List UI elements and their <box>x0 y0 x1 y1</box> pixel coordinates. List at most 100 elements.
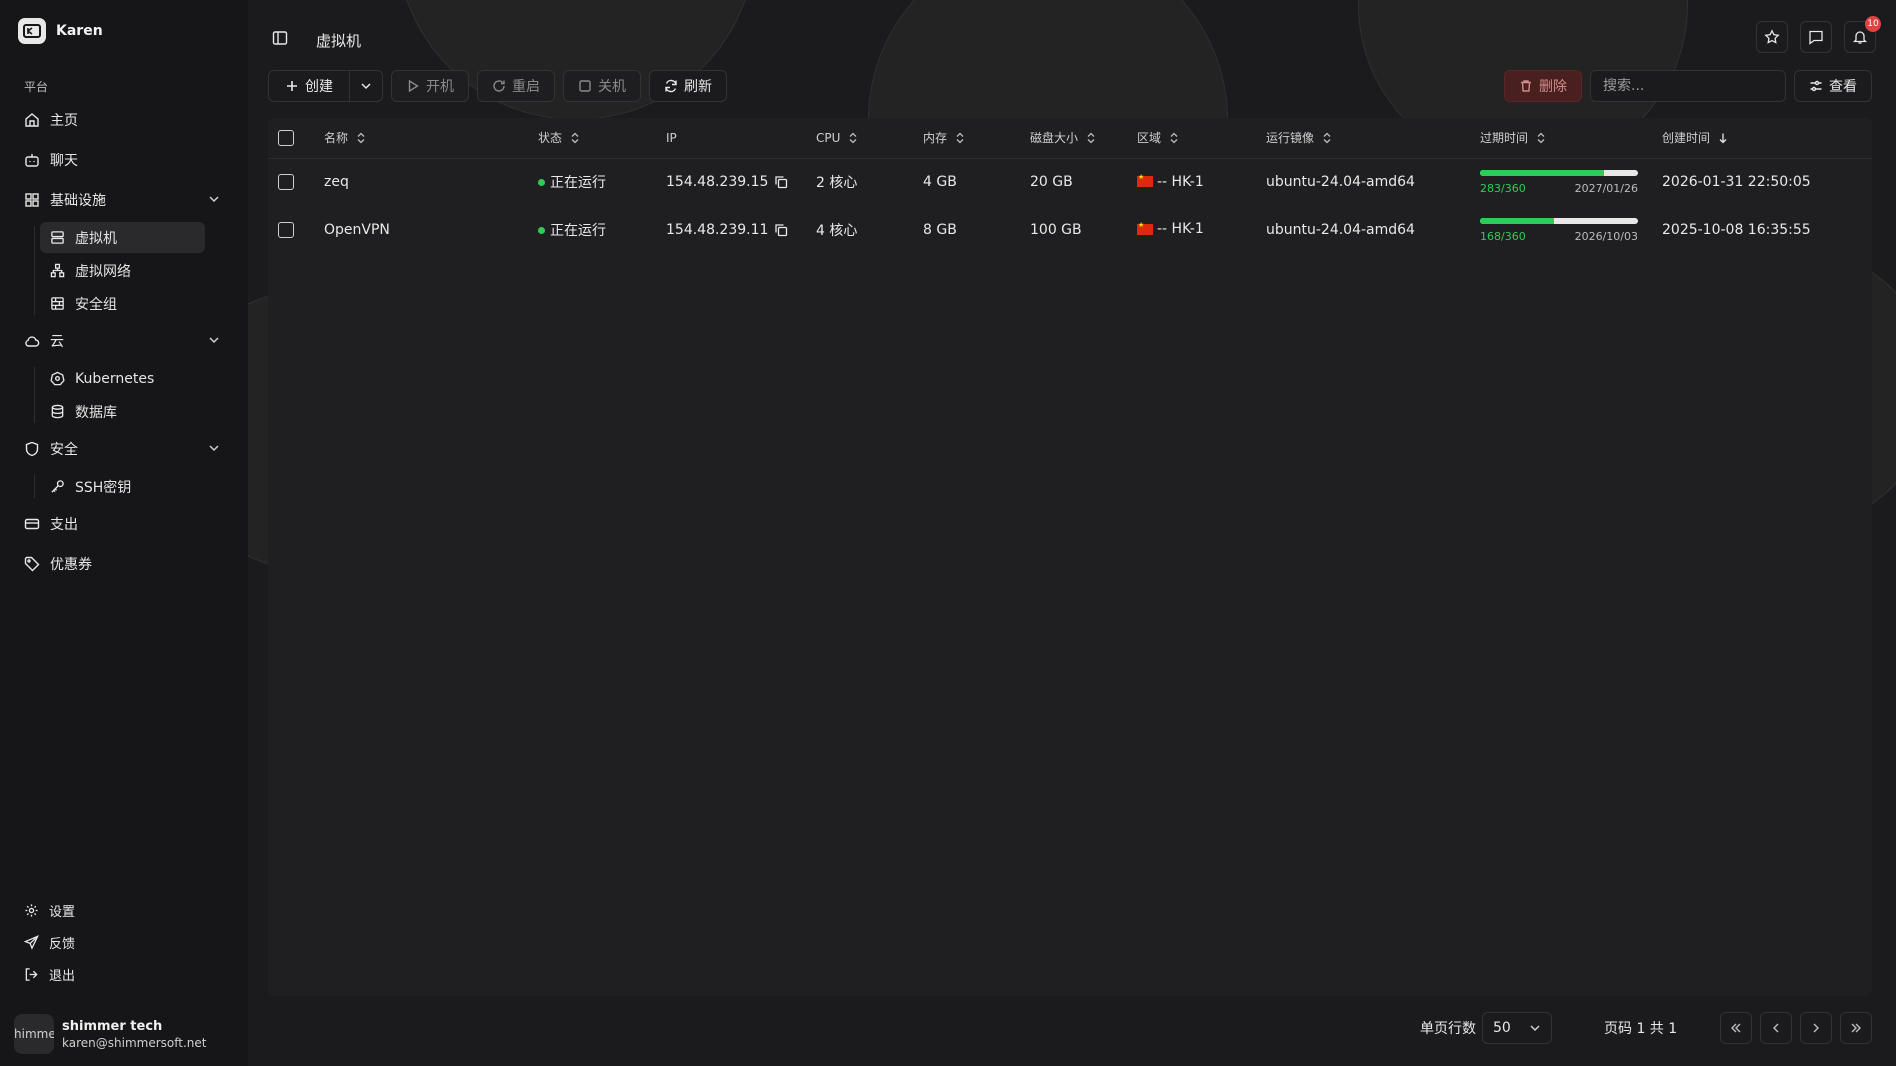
first-page-button[interactable] <box>1720 1012 1752 1044</box>
memory-cell: 8 GB <box>923 222 957 238</box>
image-cell: ubuntu-24.04-amd64 <box>1266 174 1415 191</box>
logout-icon <box>24 967 39 982</box>
status-text: 正在运行 <box>550 223 606 239</box>
sidebar-item-feedback[interactable]: 反馈 <box>0 926 248 958</box>
view-label: 查看 <box>1829 79 1857 95</box>
sidebar-item-infrastructure[interactable]: 基础设施 <box>0 180 248 220</box>
table-row[interactable]: OpenVPN 正在运行 154.48.239.11 4 核心 8 GB 100… <box>268 206 1872 254</box>
table-row[interactable]: zeq 正在运行 154.48.239.15 2 核心 4 GB 20 GB -… <box>268 158 1872 206</box>
sidebar-item-home[interactable]: 主页 <box>0 100 248 140</box>
sidebar-item-kubernetes[interactable]: Kubernetes <box>40 363 205 394</box>
chevron-down-icon[interactable] <box>208 334 220 346</box>
shutdown-button[interactable]: 关机 <box>563 70 641 102</box>
sort-icon <box>570 132 580 144</box>
column-header-expiry[interactable]: 过期时间 <box>1480 129 1546 146</box>
chevron-down-icon[interactable] <box>208 193 220 205</box>
page-info: 页码 1 共 1 <box>1604 1021 1678 1037</box>
refresh-label: 刷新 <box>684 79 712 95</box>
column-header-memory[interactable]: 内存 <box>923 129 965 146</box>
row-checkbox[interactable] <box>278 174 294 191</box>
sidebar-item-database[interactable]: 数据库 <box>40 396 205 427</box>
status-badge: 正在运行 <box>538 172 606 192</box>
send-icon <box>24 934 39 950</box>
shutdown-label: 关机 <box>598 79 626 95</box>
power-on-label: 开机 <box>426 79 454 95</box>
create-button[interactable]: 创建 <box>268 70 350 102</box>
chevron-down-icon[interactable] <box>208 442 220 454</box>
sidebar-item-cloud[interactable]: 云 <box>0 321 248 361</box>
create-label: 创建 <box>305 79 333 95</box>
column-header-region[interactable]: 区域 <box>1137 129 1179 146</box>
search-input[interactable] <box>1590 70 1786 102</box>
sidebar-item-billing[interactable]: 支出 <box>0 504 248 544</box>
sidebar-item-label: 设置 <box>49 904 76 920</box>
toolbar: 创建 开机 重启 关机 刷新 <box>268 70 727 102</box>
notification-badge: 10 <box>1865 16 1881 32</box>
select-all-checkbox[interactable] <box>278 129 294 146</box>
pager-buttons <box>1720 1012 1872 1044</box>
sidebar-item-settings[interactable]: 设置 <box>0 894 248 926</box>
column-label: 名称 <box>324 131 349 146</box>
vm-name[interactable]: OpenVPN <box>324 206 538 254</box>
column-header-cpu[interactable]: CPU <box>816 131 858 145</box>
copy-icon[interactable] <box>774 175 788 189</box>
sidebar-item-label: 安全组 <box>75 296 117 313</box>
sidebar-toggle-button[interactable] <box>272 30 288 46</box>
submenu-cloud: Kubernetes 数据库 <box>0 363 248 427</box>
next-page-button[interactable] <box>1800 1012 1832 1044</box>
chevron-left-icon <box>1769 1021 1783 1035</box>
column-header-disk[interactable]: 磁盘大小 <box>1030 129 1096 146</box>
delete-button[interactable]: 删除 <box>1504 70 1582 102</box>
column-header-image[interactable]: 运行镜像 <box>1266 129 1332 146</box>
messages-button[interactable] <box>1800 21 1832 53</box>
china-flag-icon <box>1137 173 1153 187</box>
credit-card-icon <box>24 516 40 532</box>
favorite-button[interactable] <box>1756 21 1788 53</box>
notifications-button[interactable]: 10 <box>1844 16 1881 53</box>
sidebar-item-label: 基础设施 <box>50 193 106 209</box>
sidebar-item-virtual-machines[interactable]: 虚拟机 <box>40 222 205 253</box>
delete-label: 删除 <box>1539 79 1567 95</box>
column-header-status[interactable]: 状态 <box>538 129 580 146</box>
cpu-cell: 2 核心 <box>816 175 858 192</box>
user-name: shimmer tech <box>62 1018 163 1034</box>
column-label: 创建时间 <box>1662 131 1711 146</box>
prev-page-button[interactable] <box>1760 1012 1792 1044</box>
section-label-platform: 平台 <box>24 80 49 94</box>
chevrons-right-icon <box>1849 1021 1863 1035</box>
row-checkbox[interactable] <box>278 222 294 238</box>
sort-icon <box>1086 132 1096 144</box>
brand[interactable]: Karen <box>18 18 103 44</box>
submenu-security: SSH密钥 <box>0 471 248 502</box>
sidebar-item-security-group[interactable]: 安全组 <box>40 288 205 319</box>
create-dropdown-button[interactable] <box>350 70 383 102</box>
created-cell: 2026-01-31 22:50:05 <box>1662 174 1811 191</box>
region-cell: -- HK-1 <box>1137 221 1204 237</box>
sidebar-item-security[interactable]: 安全 <box>0 429 248 469</box>
refresh-icon <box>664 79 678 93</box>
expiry-date: 2026/10/03 <box>1574 229 1638 243</box>
rows-per-page-select[interactable]: 50 <box>1482 1012 1552 1044</box>
view-options-button[interactable]: 查看 <box>1794 70 1872 102</box>
refresh-button[interactable]: 刷新 <box>649 70 727 102</box>
sidebar-item-chat[interactable]: 聊天 <box>0 140 248 180</box>
user-profile[interactable]: himme shimmer tech karen@shimmersoft.net <box>14 1014 206 1054</box>
column-header-created[interactable]: 创建时间 <box>1662 129 1728 146</box>
copy-icon[interactable] <box>774 223 788 237</box>
sidebar-item-coupons[interactable]: 优惠券 <box>0 544 248 584</box>
vm-name[interactable]: zeq <box>324 158 538 206</box>
power-on-button[interactable]: 开机 <box>391 70 469 102</box>
restart-button[interactable]: 重启 <box>477 70 555 102</box>
column-header-name[interactable]: 名称 <box>324 129 366 146</box>
network-icon <box>50 263 65 278</box>
sidebar-item-label: 优惠券 <box>50 557 92 573</box>
bell-icon <box>1852 29 1868 45</box>
sidebar-item-ssh-keys[interactable]: SSH密钥 <box>40 471 205 502</box>
sidebar-item-virtual-network[interactable]: 虚拟网络 <box>40 255 205 286</box>
sidebar-item-logout[interactable]: 退出 <box>0 958 248 990</box>
last-page-button[interactable] <box>1840 1012 1872 1044</box>
expiry-bar <box>1480 217 1638 224</box>
status-dot <box>538 178 545 186</box>
sidebar-nav: 主页 聊天 基础设施 虚拟机 虚拟网络 安全组 云 Kubernetes 数据库… <box>0 100 248 584</box>
cpu-cell: 4 核心 <box>816 223 858 239</box>
